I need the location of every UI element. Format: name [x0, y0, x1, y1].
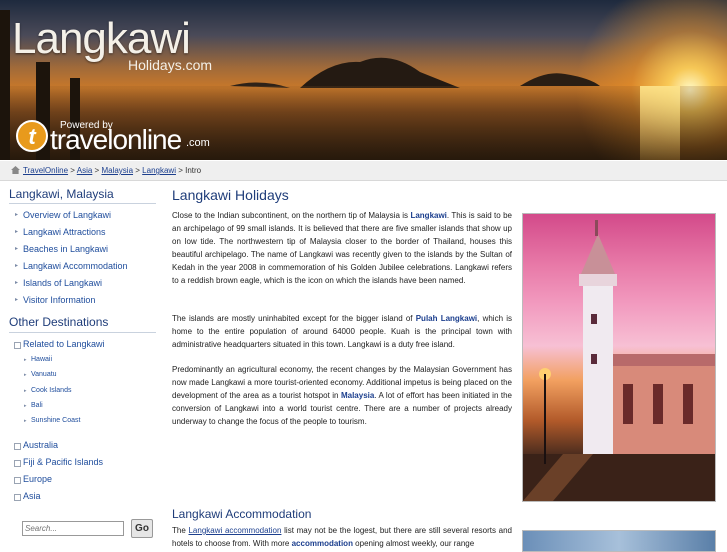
plus-box-icon[interactable]: [14, 494, 21, 501]
breadcrumb-sep: >: [94, 166, 100, 175]
triangle-right-icon: ▸: [24, 357, 27, 363]
divider: [9, 332, 156, 333]
travelonline-wordmark[interactable]: travelonline: [50, 124, 182, 156]
travelonline-logo-icon[interactable]: t: [16, 120, 48, 152]
sidebar-sublink-cook-islands[interactable]: Cook Islands: [31, 387, 71, 394]
home-icon[interactable]: [11, 166, 20, 174]
triangle-right-icon: ▸: [15, 263, 19, 269]
sidebar-sublink-sunshine-coast[interactable]: Sunshine Coast: [31, 417, 80, 424]
sidebar-sublink-vanuatu[interactable]: Vanuatu: [31, 371, 57, 378]
sidebar-link-related[interactable]: Related to Langkawi: [23, 339, 105, 349]
sun-reflection: [640, 86, 680, 160]
accommodation-paragraph: The Langkawi accommodation list may not …: [172, 525, 512, 551]
p4-text-a: The: [172, 526, 189, 535]
plus-box-icon[interactable]: [14, 477, 21, 484]
travelonline-com: .com: [186, 137, 210, 149]
breadcrumb: TravelOnline > Asia > Malaysia > Langkaw…: [0, 161, 727, 181]
sidebar-link-australia[interactable]: Australia: [23, 440, 58, 450]
breadcrumb-asia[interactable]: Asia: [77, 166, 93, 175]
search-go-button[interactable]: Go: [131, 519, 153, 538]
breadcrumb-travelonline[interactable]: TravelOnline: [23, 166, 68, 175]
plus-box-icon[interactable]: [14, 443, 21, 450]
accommodation-photo: [522, 530, 716, 552]
breadcrumb-langkawi[interactable]: Langkawi: [142, 166, 176, 175]
breadcrumb-sep: >: [178, 166, 183, 175]
pier-post: [0, 10, 10, 160]
triangle-right-icon: ▸: [15, 280, 19, 286]
sidebar-heading-other-destinations: Other Destinations: [9, 315, 109, 329]
intro-paragraph-2: The islands are mostly uninhabited excep…: [172, 313, 512, 352]
triangle-right-icon: ▸: [15, 246, 19, 252]
site-logo-subtitle: Holidays.com: [128, 57, 213, 73]
plus-box-icon[interactable]: [14, 460, 21, 467]
breadcrumb-sep: >: [135, 166, 140, 175]
triangle-right-icon: ▸: [15, 297, 19, 303]
triangle-right-icon: ▸: [24, 418, 27, 424]
sidebar-link-islands[interactable]: Islands of Langkawi: [23, 278, 102, 288]
link-langkawi[interactable]: Langkawi: [410, 211, 446, 220]
minus-box-icon[interactable]: [14, 342, 21, 349]
sidebar-link-beaches[interactable]: Beaches in Langkawi: [23, 244, 108, 254]
sidebar-link-asia[interactable]: Asia: [23, 491, 41, 501]
sidebar-link-fiji[interactable]: Fiji & Pacific Islands: [23, 457, 103, 467]
link-langkawi-accommodation[interactable]: Langkawi accommodation: [188, 526, 281, 535]
mosque-silhouette: [523, 220, 715, 501]
p4-text-c: opening almost weekly, our range: [352, 538, 475, 548]
sidebar-sublink-bali[interactable]: Bali: [31, 402, 43, 409]
sidebar-link-europe[interactable]: Europe: [23, 474, 52, 484]
breadcrumb-malaysia[interactable]: Malaysia: [101, 166, 133, 175]
intro-paragraph-1: Close to the Indian subcontinent, on the…: [172, 210, 512, 287]
breadcrumb-sep: >: [70, 166, 75, 175]
breadcrumb-current: Intro: [185, 166, 202, 175]
search-input[interactable]: [22, 521, 124, 536]
link-pulah-langkawi[interactable]: Pulah Langkawi: [416, 314, 477, 323]
sidebar-heading-langkawi: Langkawi, Malaysia: [9, 187, 114, 201]
sidebar-link-accommodation[interactable]: Langkawi Accommodation: [23, 261, 128, 271]
sidebar-link-overview[interactable]: Overview of Langkawi: [23, 210, 111, 220]
sidebar-sublink-hawaii[interactable]: Hawaii: [31, 356, 52, 363]
intro-paragraph-3: Predominantly an agricultural economy, t…: [172, 364, 512, 429]
p1-text-b: . This is said to be an archipelago of 9…: [172, 211, 513, 285]
langkawi-mosque-photo: [522, 213, 716, 502]
sidebar-link-visitor-info[interactable]: Visitor Information: [23, 295, 95, 305]
triangle-right-icon: ▸: [24, 388, 27, 394]
page-title: Langkawi Holidays: [172, 187, 289, 203]
triangle-right-icon: ▸: [24, 403, 27, 409]
p1-text-a: Close to the Indian subcontinent, on the…: [172, 211, 411, 220]
link-malaysia[interactable]: Malaysia: [341, 391, 374, 400]
divider: [9, 203, 156, 204]
p2-text-a: The islands are mostly uninhabited excep…: [172, 314, 416, 323]
triangle-right-icon: ▸: [15, 212, 19, 218]
link-accommodation[interactable]: accommodation: [292, 539, 353, 548]
site-header-banner: Langkawi Holidays.com t Powered by trave…: [0, 0, 727, 160]
sidebar-link-attractions[interactable]: Langkawi Attractions: [23, 227, 106, 237]
section-title-accommodation: Langkawi Accommodation: [172, 507, 312, 521]
triangle-right-icon: ▸: [24, 372, 27, 378]
triangle-right-icon: ▸: [15, 229, 19, 235]
